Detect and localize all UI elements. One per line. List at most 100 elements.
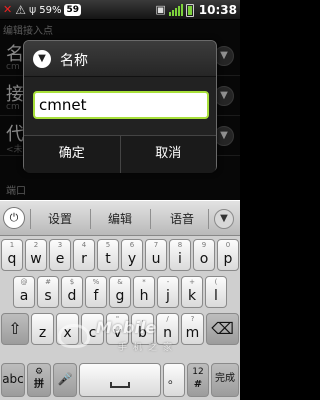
- done-label: 完成: [215, 373, 235, 384]
- abc-key[interactable]: abc: [1, 363, 25, 397]
- voice-button[interactable]: 语音: [159, 201, 205, 237]
- key-f[interactable]: % f: [85, 276, 107, 308]
- edit-button[interactable]: 编辑: [97, 201, 143, 237]
- shift-icon: ⇧: [8, 319, 22, 338]
- key-a[interactable]: @ a: [13, 276, 35, 308]
- key-w[interactable]: 2w: [25, 239, 47, 271]
- key-label: r: [81, 251, 87, 267]
- shift-key[interactable]: ⇧: [1, 313, 29, 345]
- key-label: h: [139, 288, 149, 304]
- key-p[interactable]: 0p: [217, 239, 239, 271]
- key-label: v: [113, 325, 122, 341]
- key-label: f: [93, 288, 99, 304]
- key-t[interactable]: 5t: [97, 239, 119, 271]
- key-sub: 8: [177, 241, 183, 249]
- key-label: q: [7, 251, 17, 267]
- key-o[interactable]: 9o: [193, 239, 215, 271]
- key-l[interactable]: (l: [205, 276, 227, 308]
- key-label: a: [19, 288, 29, 304]
- key-sub: ": [115, 315, 120, 323]
- key-k[interactable]: + k: [181, 276, 203, 308]
- key-sub: 3: [57, 241, 63, 249]
- key-u[interactable]: 7u: [145, 239, 167, 271]
- key-sub: #: [45, 278, 51, 286]
- key-e[interactable]: 3e: [49, 239, 71, 271]
- pinyin-key[interactable]: ⚙ 拼: [27, 363, 51, 397]
- key-label: j: [166, 288, 170, 304]
- key-x[interactable]: x: [56, 313, 79, 345]
- done-key[interactable]: 完成: [211, 363, 239, 397]
- mic-icon: 🎤: [57, 372, 73, 386]
- ime-logo-icon[interactable]: ⏻: [3, 207, 25, 229]
- key-h[interactable]: * h: [133, 276, 155, 308]
- key-label: i: [178, 251, 182, 267]
- key-m[interactable]: ? m: [181, 313, 204, 345]
- signal-bars-icon: [168, 4, 183, 16]
- key-d[interactable]: $ d: [61, 276, 83, 308]
- warning-icon: ⚠: [15, 3, 26, 17]
- cancel-button[interactable]: 取消: [119, 136, 217, 173]
- toolbar-divider: [30, 209, 31, 229]
- key-sub: +: [189, 278, 195, 286]
- key-sub: ?: [190, 315, 195, 323]
- keyboard: 1q 2w 3e 4r 5t 6y 7u 8i 9o 0p @ a # s $ d %…: [0, 236, 240, 400]
- backspace-key[interactable]: ⌫: [206, 313, 239, 345]
- key-b[interactable]: ,b: [131, 313, 154, 345]
- key-n[interactable]: / n: [156, 313, 179, 345]
- key-g[interactable]: & g: [109, 276, 131, 308]
- key-label: e: [55, 251, 65, 267]
- key-label: g: [115, 288, 125, 304]
- symbol-key[interactable]: 12 #: [187, 363, 209, 397]
- key-label: y: [127, 251, 137, 267]
- status-left-icons: ✕ ⚠ ψ 59% 59: [3, 2, 82, 18]
- settings-button[interactable]: 设置: [37, 201, 83, 237]
- key-q[interactable]: 1q: [1, 239, 23, 271]
- key-label: b: [138, 325, 147, 341]
- key-label: z: [38, 325, 47, 341]
- abc-label: abc: [2, 372, 24, 386]
- key-sub: %: [92, 278, 100, 286]
- key-i[interactable]: 8i: [169, 239, 191, 271]
- name-input[interactable]: cmnet: [33, 91, 209, 119]
- key-label: s: [44, 288, 52, 304]
- key-sub: 6: [129, 241, 135, 249]
- key-z[interactable]: z: [31, 313, 54, 345]
- key-sub: (: [214, 278, 218, 286]
- key-y[interactable]: 6y: [121, 239, 143, 271]
- key-v[interactable]: " v: [106, 313, 129, 345]
- key-label: k: [187, 288, 197, 304]
- key-c[interactable]: c: [81, 313, 104, 345]
- period-key[interactable]: 。: [163, 363, 185, 397]
- key-sub: $: [69, 278, 75, 286]
- key-sub: @: [20, 278, 28, 286]
- key-r[interactable]: 4r: [73, 239, 95, 271]
- key-label: m: [185, 325, 200, 341]
- ime-toolbar: ⏻ 设置 编辑 语音 ▼: [0, 200, 240, 236]
- space-key[interactable]: [79, 363, 161, 397]
- name-dialog: ▼ 名称 cmnet 确定 取消: [23, 40, 217, 173]
- symbol-top: 12: [192, 367, 204, 377]
- key-label: d: [67, 288, 77, 304]
- collapse-icon[interactable]: ▼: [214, 209, 234, 229]
- key-label: l: [214, 288, 218, 304]
- key-sub: -: [166, 278, 170, 286]
- ok-button[interactable]: 确定: [24, 136, 120, 173]
- pinyin-label: 拼: [34, 379, 44, 390]
- key-j[interactable]: -j: [157, 276, 179, 308]
- key-sub: 0: [225, 241, 231, 249]
- mic-key[interactable]: 🎤: [53, 363, 77, 397]
- dialog-title: 名称: [60, 53, 88, 69]
- battery-percent: 59%: [39, 4, 62, 16]
- key-sub: 5: [105, 241, 111, 249]
- key-label: o: [199, 251, 209, 267]
- gear-icon: ⚙: [34, 367, 44, 377]
- toolbar-divider: [90, 209, 91, 229]
- key-sub: 9: [201, 241, 207, 249]
- key-label: x: [63, 325, 72, 341]
- key-label: n: [163, 325, 172, 341]
- key-sub: 7: [153, 241, 159, 249]
- dropdown-circle-icon: ▼: [33, 50, 51, 68]
- space-icon: [110, 382, 130, 388]
- status-right-icons: ▣ 10:38: [155, 2, 237, 18]
- key-s[interactable]: # s: [37, 276, 59, 308]
